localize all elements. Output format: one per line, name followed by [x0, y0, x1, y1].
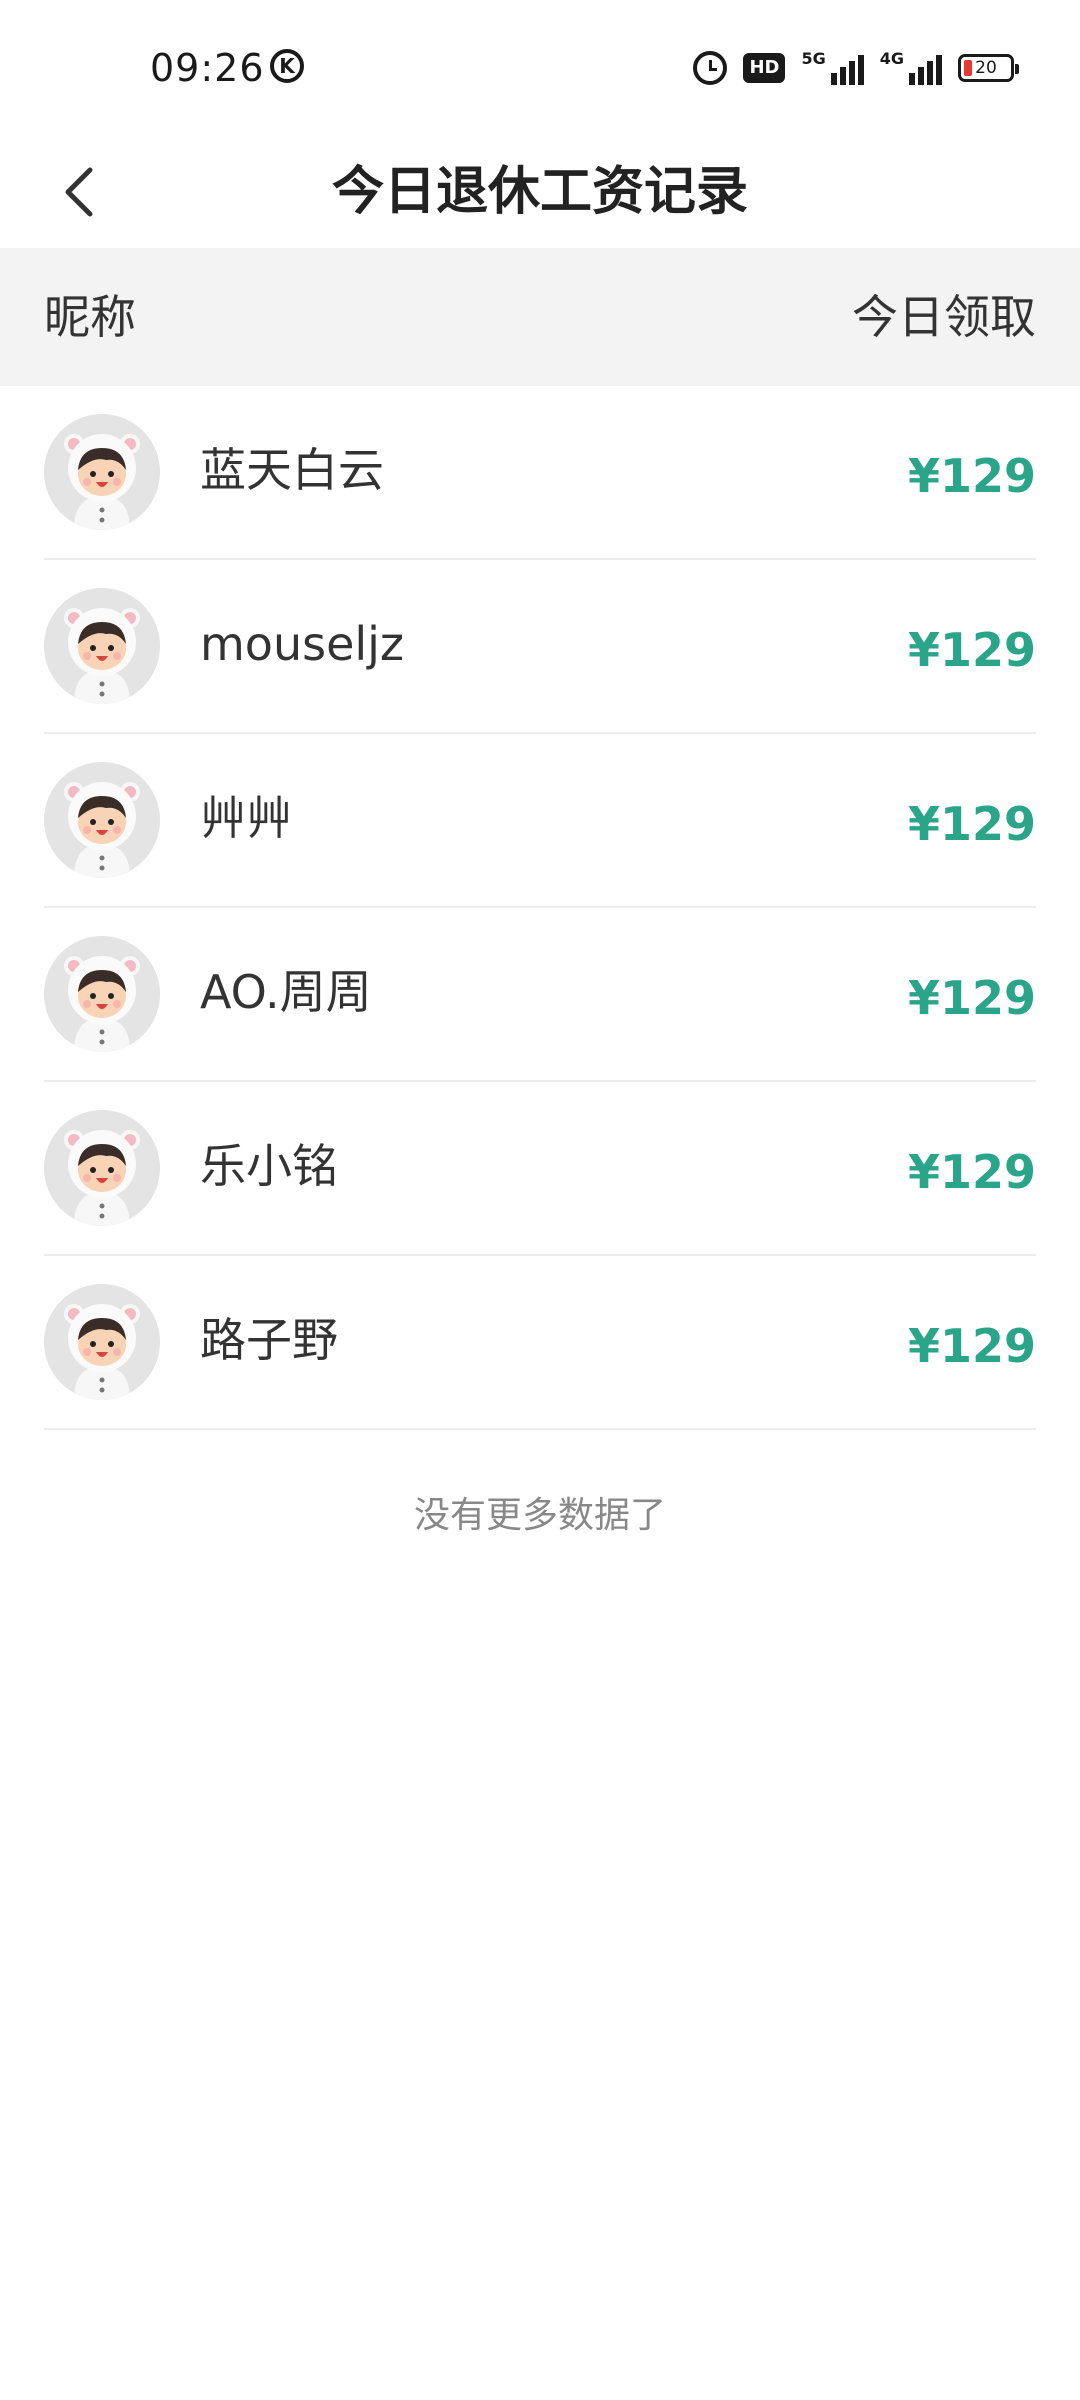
nickname: 路子野 [200, 1313, 338, 1367]
list-item[interactable]: 蓝天白云 ¥129 [44, 386, 1036, 560]
amount: ¥129 [907, 797, 1036, 851]
status-bar: 09:26 K HD 5G 4G 20 [0, 0, 1080, 136]
record-list: 蓝天白云 ¥129 mouseljz ¥129 艸艸 ¥129 AO.周周 ¥1… [0, 386, 1080, 1430]
bear-hat-kid-avatar-icon [44, 1110, 160, 1226]
list-item[interactable]: 艸艸 ¥129 [44, 734, 1036, 908]
k-app-icon: K [270, 49, 304, 83]
network-5g-label: 5G [801, 49, 826, 68]
amount: ¥129 [907, 1145, 1036, 1199]
amount: ¥129 [907, 449, 1036, 503]
bear-hat-kid-avatar-icon [44, 1284, 160, 1400]
nickname: 乐小铭 [200, 1139, 338, 1193]
battery-icon: 20 [958, 54, 1019, 82]
list-item[interactable]: AO.周周 ¥129 [44, 908, 1036, 1082]
bear-hat-kid-avatar-icon [44, 588, 160, 704]
avatar [44, 588, 160, 704]
avatar [44, 1110, 160, 1226]
list-item[interactable]: mouseljz ¥129 [44, 560, 1036, 734]
hd-icon: HD [743, 53, 786, 83]
nickname: 艸艸 [200, 791, 292, 845]
bear-hat-kid-avatar-icon [44, 762, 160, 878]
signal-4g-icon: 4G [880, 51, 942, 85]
list-item[interactable]: 路子野 ¥129 [44, 1256, 1036, 1430]
column-header-amount: 今日领取 [852, 290, 1036, 344]
nickname: mouseljz [200, 617, 405, 671]
avatar [44, 1284, 160, 1400]
avatar [44, 762, 160, 878]
status-time: 09:26 [150, 46, 265, 90]
network-4g-label: 4G [879, 49, 904, 68]
amount: ¥129 [907, 623, 1036, 677]
page-title: 今日退休工资记录 [331, 162, 748, 222]
table-header: 昵称 今日领取 [0, 248, 1080, 386]
avatar [44, 936, 160, 1052]
amount: ¥129 [907, 971, 1036, 1025]
alarm-icon [693, 51, 728, 85]
battery-level-text: 20 [975, 58, 997, 78]
avatar [44, 414, 160, 530]
nickname: 蓝天白云 [200, 443, 384, 497]
nav-bar: 今日退休工资记录 [0, 136, 1080, 248]
status-icons: HD 5G 4G 20 [693, 46, 1019, 90]
signal-5g-icon: 5G [801, 49, 864, 85]
bear-hat-kid-avatar-icon [44, 936, 160, 1052]
list-item[interactable]: 乐小铭 ¥129 [44, 1082, 1036, 1256]
bear-hat-kid-avatar-icon [44, 414, 160, 530]
nickname: AO.周周 [200, 965, 372, 1019]
column-header-nickname: 昵称 [44, 290, 136, 344]
no-more-data-text: 没有更多数据了 [413, 1495, 666, 1536]
amount: ¥129 [907, 1319, 1036, 1373]
